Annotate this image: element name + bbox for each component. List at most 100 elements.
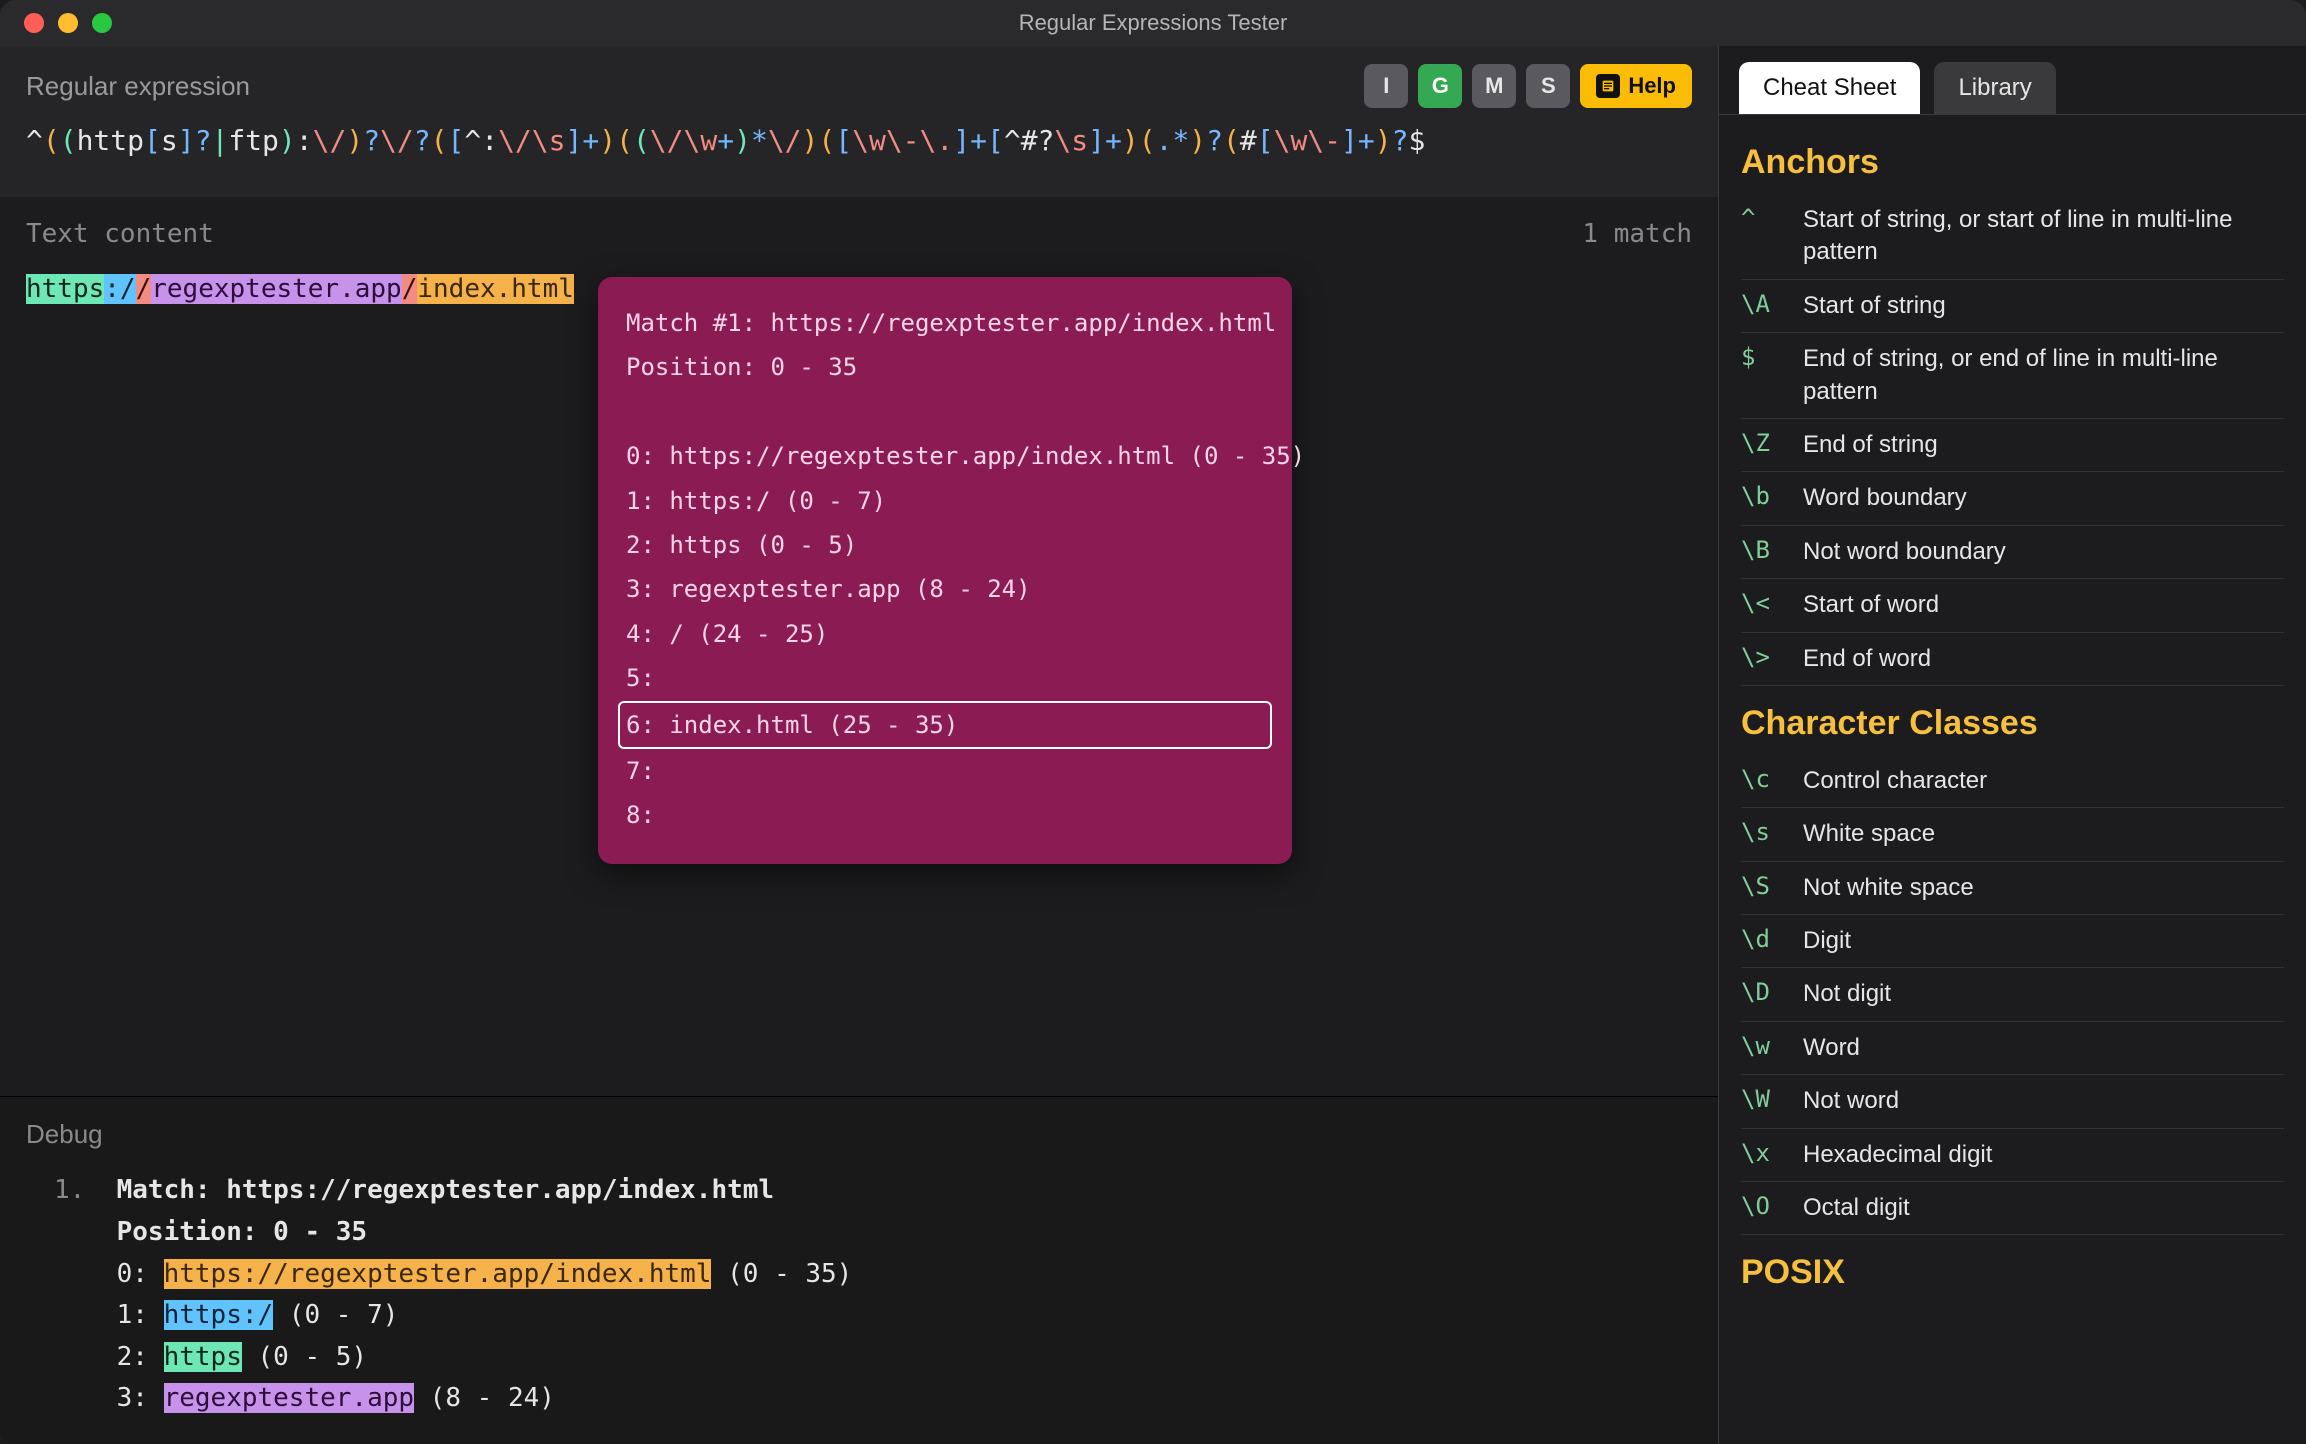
- cheat-symbol: \B: [1741, 536, 1781, 564]
- popup-group[interactable]: 2: https (0 - 5): [626, 523, 1264, 567]
- cheat-description: White space: [1803, 818, 1935, 850]
- cheat-description: Not word: [1803, 1085, 1899, 1117]
- cheat-symbol: \c: [1741, 765, 1781, 793]
- cheat-symbol: \d: [1741, 925, 1781, 953]
- cheat-symbol: \b: [1741, 482, 1781, 510]
- tab-cheat-sheet[interactable]: Cheat Sheet: [1739, 62, 1920, 114]
- cheat-description: End of word: [1803, 643, 1931, 675]
- cheat-sheet[interactable]: Anchors ^ Start of string, or start of lin…: [1719, 115, 2306, 1444]
- match-segment[interactable]: regexptester.app: [151, 274, 401, 304]
- side-tabs: Cheat Sheet Library: [1719, 46, 2306, 115]
- cheat-section-title: Anchors: [1741, 143, 2284, 182]
- app-window: Regular Expressions Tester Regular expre…: [0, 0, 2306, 1444]
- regex-section: Regular expression I G M S Help ^((http[…: [0, 46, 1718, 197]
- cheat-row[interactable]: \W Not word: [1741, 1075, 2284, 1128]
- cheat-row[interactable]: \A Start of string: [1741, 280, 2284, 333]
- cheat-symbol: \x: [1741, 1139, 1781, 1167]
- cheat-symbol: \S: [1741, 872, 1781, 900]
- cheat-row[interactable]: \O Octal digit: [1741, 1182, 2284, 1235]
- cheat-row[interactable]: \b Word boundary: [1741, 472, 2284, 525]
- cheat-symbol: $: [1741, 343, 1781, 371]
- cheat-symbol: \D: [1741, 978, 1781, 1006]
- cheat-description: Start of word: [1803, 589, 1939, 621]
- help-button[interactable]: Help: [1580, 64, 1692, 108]
- cheat-row[interactable]: \Z End of string: [1741, 419, 2284, 472]
- side-panel: Cheat Sheet Library Anchors ^ Start of str…: [1718, 46, 2306, 1444]
- cheat-symbol: \Z: [1741, 429, 1781, 457]
- cheat-description: Control character: [1803, 765, 1987, 797]
- text-section: Text content 1 match https://regexpteste…: [0, 197, 1718, 1096]
- match-segment[interactable]: /: [136, 274, 152, 304]
- cheat-row[interactable]: ^ Start of string, or start of line in mu…: [1741, 194, 2284, 280]
- regex-input[interactable]: ^((http[s]?|ftp):\/)?\/?([^:\/\s]+)((\/\…: [26, 124, 1692, 157]
- flag-s-button[interactable]: S: [1526, 64, 1570, 108]
- match-popup: Match #1: https://regexptester.app/index…: [598, 277, 1292, 864]
- regex-label: Regular expression: [26, 71, 1354, 102]
- match-segment[interactable]: /: [402, 274, 418, 304]
- debug-line: Position: 0 - 35: [54, 1212, 1692, 1254]
- cheat-symbol: ^: [1741, 204, 1781, 232]
- cheat-description: Not white space: [1803, 872, 1974, 904]
- cheat-row[interactable]: \B Not word boundary: [1741, 526, 2284, 579]
- cheat-symbol: \>: [1741, 643, 1781, 671]
- text-content-label: Text content: [26, 219, 214, 249]
- match-segment[interactable]: :/: [104, 274, 135, 304]
- popup-group[interactable]: 0: https://regexptester.app/index.html (…: [626, 434, 1264, 478]
- popup-group[interactable]: 5:: [626, 656, 1264, 700]
- match-count: 1 match: [1582, 219, 1692, 249]
- popup-group[interactable]: 1: https:/ (0 - 7): [626, 479, 1264, 523]
- cheat-description: Word: [1803, 1032, 1860, 1064]
- debug-line: 2: https (0 - 5): [54, 1337, 1692, 1379]
- cheat-section-title: POSIX: [1741, 1253, 2284, 1292]
- cheat-section-title: Character Classes: [1741, 704, 2284, 743]
- main-pane: Regular expression I G M S Help ^((http[…: [0, 46, 1718, 1444]
- cheat-symbol: \W: [1741, 1085, 1781, 1113]
- cheat-symbol: \O: [1741, 1192, 1781, 1220]
- popup-group[interactable]: 8:: [626, 793, 1264, 837]
- cheat-row[interactable]: \sWhite space: [1741, 808, 2284, 861]
- window-title: Regular Expressions Tester: [0, 10, 2306, 36]
- popup-group[interactable]: 7:: [626, 749, 1264, 793]
- cheat-row[interactable]: $ End of string, or end of line in multi-…: [1741, 333, 2284, 419]
- popup-position: Position: 0 - 35: [626, 345, 1264, 389]
- cheat-row[interactable]: \S Not white space: [1741, 862, 2284, 915]
- cheat-description: Hexadecimal digit: [1803, 1139, 1992, 1171]
- cheat-description: Word boundary: [1803, 482, 1967, 514]
- popup-group[interactable]: 4: / (24 - 25): [626, 612, 1264, 656]
- cheat-row[interactable]: \w Word: [1741, 1022, 2284, 1075]
- match-segment[interactable]: https: [26, 274, 104, 304]
- help-label: Help: [1628, 73, 1676, 99]
- popup-group-selected[interactable]: 6: index.html (25 - 35): [618, 701, 1272, 749]
- book-icon: [1596, 74, 1620, 98]
- debug-line: 0: https://regexptester.app/index.html (…: [54, 1254, 1692, 1296]
- cheat-row[interactable]: \c Control character: [1741, 755, 2284, 808]
- cheat-row[interactable]: \DNot digit: [1741, 968, 2284, 1021]
- cheat-description: End of string: [1803, 429, 1938, 461]
- cheat-symbol: \w: [1741, 1032, 1781, 1060]
- cheat-description: Digit: [1803, 925, 1851, 957]
- cheat-row[interactable]: \d Digit: [1741, 915, 2284, 968]
- debug-section: Debug 1. Match: https://regexptester.app…: [0, 1096, 1718, 1444]
- cheat-description: End of string, or end of line in multi-l…: [1803, 343, 2284, 408]
- match-segment[interactable]: index.html: [417, 274, 574, 304]
- cheat-description: Start of string: [1803, 290, 1946, 322]
- cheat-row[interactable]: \x Hexadecimal digit: [1741, 1129, 2284, 1182]
- cheat-row[interactable]: \> End of word: [1741, 633, 2284, 686]
- titlebar: Regular Expressions Tester: [0, 0, 2306, 46]
- popup-match-header: Match #1: https://regexptester.app/index…: [626, 301, 1264, 345]
- debug-line: 1. Match: https://regexptester.app/index…: [54, 1170, 1692, 1212]
- cheat-row[interactable]: \< Start of word: [1741, 579, 2284, 632]
- cheat-description: Start of string, or start of line in mul…: [1803, 204, 2284, 269]
- flag-m-button[interactable]: M: [1472, 64, 1516, 108]
- cheat-symbol: \<: [1741, 589, 1781, 617]
- cheat-description: Not word boundary: [1803, 536, 2006, 568]
- tab-library[interactable]: Library: [1934, 62, 2055, 114]
- debug-line: 1: https:/ (0 - 7): [54, 1295, 1692, 1337]
- flag-g-button[interactable]: G: [1418, 64, 1462, 108]
- debug-label: Debug: [26, 1119, 1692, 1150]
- popup-group[interactable]: 3: regexptester.app (8 - 24): [626, 567, 1264, 611]
- debug-line: 3: regexptester.app (8 - 24): [54, 1378, 1692, 1420]
- flag-i-button[interactable]: I: [1364, 64, 1408, 108]
- cheat-symbol: \A: [1741, 290, 1781, 318]
- cheat-description: Octal digit: [1803, 1192, 1910, 1224]
